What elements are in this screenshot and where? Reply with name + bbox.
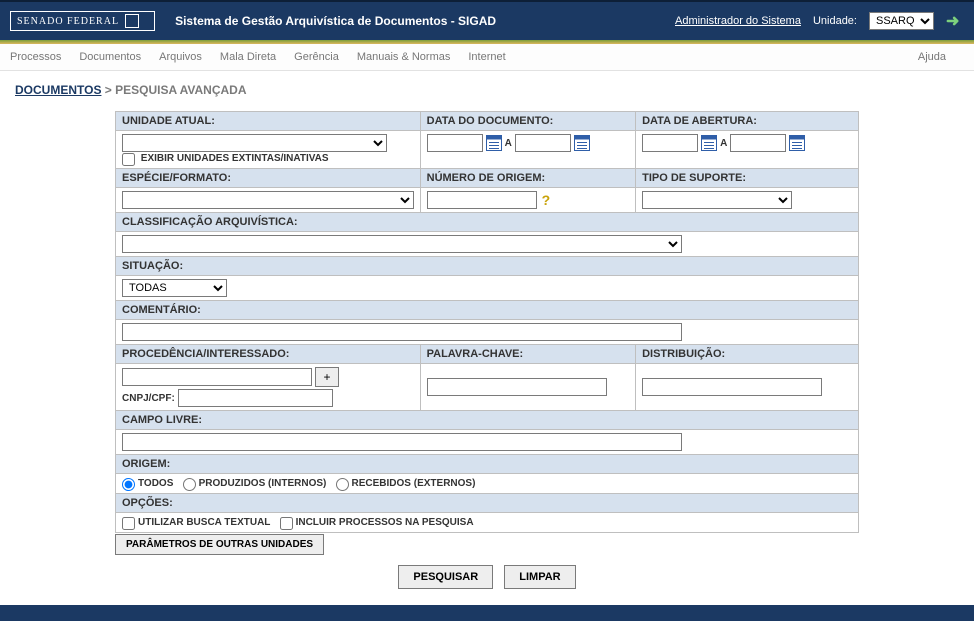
calendar-icon[interactable] (789, 135, 805, 151)
menu-mala-direta[interactable]: Mala Direta (220, 51, 276, 63)
date-a-2: A (720, 138, 727, 149)
calendar-icon[interactable] (486, 135, 502, 151)
search-form-table: UNIDADE ATUAL: DATA DO DOCUMENTO: DATA D… (115, 111, 859, 533)
menu-manuais-normas[interactable]: Manuais & Normas (357, 51, 451, 63)
breadcrumb-link[interactable]: DOCUMENTOS (15, 83, 101, 97)
tipo-suporte-select[interactable] (642, 191, 792, 209)
origem-todos-radio[interactable] (122, 478, 135, 491)
incluir-processos-checkbox[interactable] (280, 517, 293, 530)
unidade-atual-select[interactable] (122, 134, 387, 152)
data-documento-ate[interactable] (515, 134, 571, 152)
comentario-input[interactable] (122, 323, 682, 341)
label-data-abertura: DATA DE ABERTURA: (636, 112, 859, 131)
logo-glyph-icon (125, 14, 139, 28)
action-bar: PESQUISAR LIMPAR (115, 555, 859, 595)
pesquisar-button[interactable]: PESQUISAR (398, 565, 493, 589)
menu-ajuda[interactable]: Ajuda (918, 51, 946, 63)
label-distribuicao: DISTRIBUIÇÃO: (636, 345, 859, 364)
label-situacao: SITUAÇÃO: (116, 257, 859, 276)
campo-livre-input[interactable] (122, 433, 682, 451)
breadcrumb-current: PESQUISA AVANÇADA (115, 83, 246, 97)
menu-gerencia[interactable]: Gerência (294, 51, 339, 63)
data-documento-de[interactable] (427, 134, 483, 152)
unidade-select[interactable]: SSARQ (869, 12, 934, 30)
origem-produzidos-label[interactable]: PRODUZIDOS (INTERNOS) (183, 478, 327, 489)
top-header: SENADO FEDERAL Sistema de Gestão Arquiví… (0, 0, 974, 40)
label-procedencia: PROCEDÊNCIA/INTERESSADO: (116, 345, 421, 364)
menu-documentos[interactable]: Documentos (79, 51, 141, 63)
label-opcoes: OPÇÕES: (116, 494, 859, 513)
label-especie-formato: ESPÉCIE/FORMATO: (116, 169, 421, 188)
date-a-1: A (505, 138, 512, 149)
label-numero-origem: NÚMERO DE ORIGEM: (420, 169, 635, 188)
busca-textual-checkbox[interactable] (122, 517, 135, 530)
param-outras-unidades-button[interactable]: PARÂMETROS DE OUTRAS UNIDADES (115, 534, 324, 555)
numero-origem-input[interactable] (427, 191, 537, 209)
calendar-icon[interactable] (701, 135, 717, 151)
data-abertura-de[interactable] (642, 134, 698, 152)
situacao-select[interactable]: TODAS (122, 279, 227, 297)
menu-processos[interactable]: Processos (10, 51, 61, 63)
footer-bar (0, 605, 974, 621)
label-comentario: COMENTÁRIO: (116, 301, 859, 320)
limpar-button[interactable]: LIMPAR (504, 565, 575, 589)
label-campo-livre: CAMPO LIVRE: (116, 411, 859, 430)
breadcrumb: DOCUMENTOS > PESQUISA AVANÇADA (15, 83, 959, 97)
busca-textual-label[interactable]: UTILIZAR BUSCA TEXTUAL (122, 517, 270, 528)
palavra-chave-input[interactable] (427, 378, 607, 396)
exibir-extintas-text: EXIBIR UNIDADES EXTINTAS/INATIVAS (141, 153, 329, 164)
incluir-processos-label[interactable]: INCLUIR PROCESSOS NA PESQUISA (280, 517, 474, 528)
logo-text: SENADO FEDERAL (17, 16, 119, 27)
label-palavra-chave: PALAVRA-CHAVE: (420, 345, 635, 364)
exibir-extintas-checkbox[interactable] (122, 153, 135, 166)
especie-formato-select[interactable] (122, 191, 414, 209)
origem-recebidos-label[interactable]: RECEBIDOS (EXTERNOS) (336, 478, 476, 489)
origem-todos-label[interactable]: TODOS (122, 478, 173, 489)
senado-logo: SENADO FEDERAL (10, 11, 155, 31)
admin-link[interactable]: Administrador do Sistema (675, 15, 801, 27)
form-area: UNIDADE ATUAL: DATA DO DOCUMENTO: DATA D… (115, 111, 859, 595)
origem-recebidos-radio[interactable] (336, 478, 349, 491)
help-icon[interactable]: ? (542, 192, 551, 208)
exibir-extintas-label[interactable]: EXIBIR UNIDADES EXTINTAS/INATIVAS (122, 153, 329, 164)
calendar-icon[interactable] (574, 135, 590, 151)
content: DOCUMENTOS > PESQUISA AVANÇADA UNIDADE A… (0, 71, 974, 605)
cnpj-cpf-label: CNPJ/CPF: (122, 393, 175, 404)
label-origem: ORIGEM: (116, 455, 859, 474)
system-title: Sistema de Gestão Arquivística de Docume… (175, 14, 496, 28)
breadcrumb-sep: > (101, 83, 115, 97)
distribuicao-input[interactable] (642, 378, 822, 396)
menu-arquivos[interactable]: Arquivos (159, 51, 202, 63)
procedencia-input[interactable] (122, 368, 312, 386)
label-data-documento: DATA DO DOCUMENTO: (420, 112, 635, 131)
unidade-label: Unidade: (813, 15, 857, 27)
add-procedencia-button[interactable]: + (315, 367, 339, 387)
exit-icon[interactable]: ➜ (946, 11, 964, 31)
header-right: Administrador do Sistema Unidade: SSARQ … (675, 11, 964, 31)
classificacao-select[interactable] (122, 235, 682, 253)
label-tipo-suporte: TIPO DE SUPORTE: (636, 169, 859, 188)
cnpj-cpf-input[interactable] (178, 389, 333, 407)
data-abertura-ate[interactable] (730, 134, 786, 152)
origem-produzidos-radio[interactable] (183, 478, 196, 491)
label-unidade-atual: UNIDADE ATUAL: (116, 112, 421, 131)
menu-internet[interactable]: Internet (468, 51, 505, 63)
label-classificacao: CLASSIFICAÇÃO ARQUIVÍSTICA: (116, 213, 859, 232)
menubar: Processos Documentos Arquivos Mala Diret… (0, 44, 974, 71)
